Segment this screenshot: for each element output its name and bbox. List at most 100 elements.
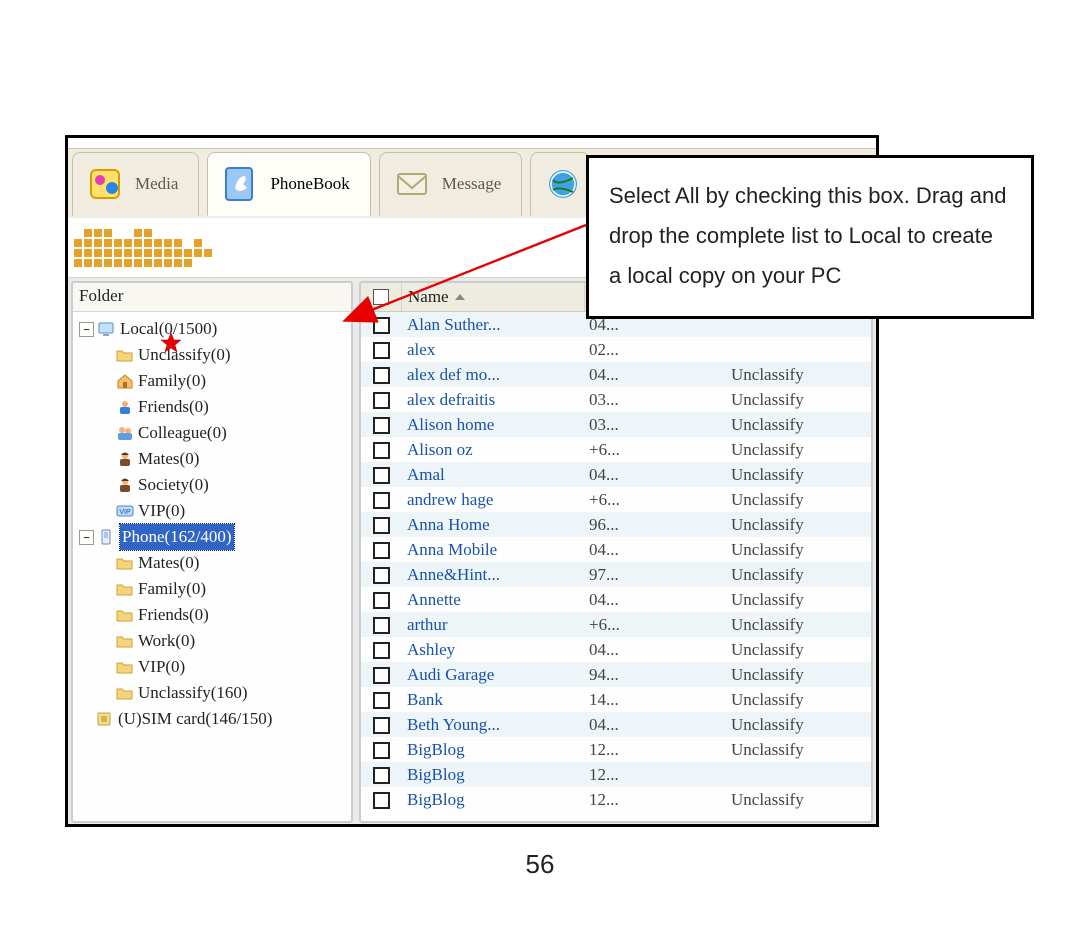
tree-label: Mates(0) [138,446,199,472]
table-row[interactable]: Ashley04...Unclassify [361,637,871,662]
tree-label: Society(0) [138,472,209,498]
tab-phonebook[interactable]: PhoneBook [207,152,370,216]
checkbox-icon[interactable] [373,792,390,809]
row-checkbox-cell[interactable] [361,640,401,660]
row-checkbox-cell[interactable] [361,515,401,535]
tree-node-child[interactable]: Society(0) [99,472,349,498]
table-row[interactable]: BigBlog12... [361,762,871,787]
tree-node-child[interactable]: Family(0) [99,368,349,394]
checkbox-icon[interactable] [373,517,390,534]
row-checkbox-cell[interactable] [361,740,401,760]
checkbox-icon[interactable] [373,392,390,409]
row-checkbox-cell[interactable] [361,490,401,510]
col-name[interactable]: Name [402,283,585,311]
table-row[interactable]: Beth Young...04...Unclassify [361,712,871,737]
row-name: Anna Home [401,515,583,535]
table-row[interactable]: Annette04...Unclassify [361,587,871,612]
tree-node-child[interactable]: VIP(0) [99,654,349,680]
tree-node-child[interactable]: Friends(0) [99,394,349,420]
table-row[interactable]: alex02... [361,337,871,362]
tree-node-sim[interactable]: (U)SIM card(146/150) [79,706,349,732]
table-row[interactable]: andrew hage+6...Unclassify [361,487,871,512]
row-checkbox-cell[interactable] [361,615,401,635]
table-row[interactable]: Alison home03...Unclassify [361,412,871,437]
tab-message[interactable]: Message [379,152,522,216]
checkbox-icon[interactable] [373,467,390,484]
table-row[interactable]: alex def mo...04...Unclassify [361,362,871,387]
table-row[interactable]: BigBlog12...Unclassify [361,787,871,812]
table-row[interactable]: Anne&Hint...97...Unclassify [361,562,871,587]
row-checkbox-cell[interactable] [361,390,401,410]
row-checkbox-cell[interactable] [361,415,401,435]
checkbox-icon[interactable] [373,317,390,334]
table-row[interactable]: Anna Mobile04...Unclassify [361,537,871,562]
row-checkbox-cell[interactable] [361,765,401,785]
checkbox-icon[interactable] [373,542,390,559]
tree-node-phone[interactable]: − Phone(162/400) [79,524,349,550]
tree-label: Colleague(0) [138,420,227,446]
table-row[interactable]: alex defraitis03...Unclassify [361,387,871,412]
expand-toggle[interactable]: − [79,530,94,545]
folder-tree[interactable]: − Local(0/1500) Unclassify(0)Family(0)Fr… [73,312,351,742]
table-row[interactable]: Amal04...Unclassify [361,462,871,487]
row-checkbox-cell[interactable] [361,715,401,735]
row-checkbox-cell[interactable] [361,540,401,560]
callout-text: Select All by checking this box. Drag an… [609,183,1006,288]
tree-node-child[interactable]: Colleague(0) [99,420,349,446]
table-row[interactable]: Audi Garage94...Unclassify [361,662,871,687]
checkbox-icon[interactable] [373,592,390,609]
tree-node-child[interactable]: Family(0) [99,576,349,602]
checkbox-icon[interactable] [373,442,390,459]
folder-icon [116,607,134,623]
tree-label: VIP(0) [138,498,185,524]
tree-node-child[interactable]: Mates(0) [99,446,349,472]
checkbox-icon[interactable] [373,692,390,709]
row-checkbox-cell[interactable] [361,590,401,610]
expand-toggle[interactable]: − [79,322,94,337]
tree-label: Family(0) [138,368,206,394]
row-checkbox-cell[interactable] [361,365,401,385]
monitor-icon [98,321,116,337]
row-name: andrew hage [401,490,583,510]
select-all-checkbox[interactable] [373,289,389,305]
table-row[interactable]: BigBlog12...Unclassify [361,737,871,762]
checkbox-icon[interactable] [373,492,390,509]
col-select-all[interactable] [361,283,402,311]
row-checkbox-cell[interactable] [361,465,401,485]
table-row[interactable]: Bank14...Unclassify [361,687,871,712]
table-row[interactable]: Alison oz+6...Unclassify [361,437,871,462]
checkbox-icon[interactable] [373,742,390,759]
table-row[interactable]: arthur+6...Unclassify [361,612,871,637]
tree-node-child[interactable]: Unclassify(160) [99,680,349,706]
tree-node-local[interactable]: − Local(0/1500) [79,316,349,342]
tab-media[interactable]: Media [72,152,199,216]
checkbox-icon[interactable] [373,717,390,734]
checkbox-icon[interactable] [373,367,390,384]
row-phone: 12... [583,740,725,760]
row-checkbox-cell[interactable] [361,665,401,685]
tree-label: Friends(0) [138,602,209,628]
globe-icon [543,164,583,204]
tab-more[interactable] [530,152,590,216]
row-checkbox-cell[interactable] [361,690,401,710]
checkbox-icon[interactable] [373,667,390,684]
checkbox-icon[interactable] [373,342,390,359]
checkbox-icon[interactable] [373,617,390,634]
checkbox-icon[interactable] [373,642,390,659]
checkbox-icon[interactable] [373,767,390,784]
tree-node-child[interactable]: VIPVIP(0) [99,498,349,524]
row-checkbox-cell[interactable] [361,315,401,335]
checkbox-icon[interactable] [373,567,390,584]
tree-node-child[interactable]: Mates(0) [99,550,349,576]
row-checkbox-cell[interactable] [361,790,401,810]
table-row[interactable]: Anna Home96...Unclassify [361,512,871,537]
tree-node-child[interactable]: Unclassify(0) [99,342,349,368]
tree-node-child[interactable]: Work(0) [99,628,349,654]
row-checkbox-cell[interactable] [361,440,401,460]
tree-node-child[interactable]: Friends(0) [99,602,349,628]
row-phone: 04... [583,715,725,735]
checkbox-icon[interactable] [373,417,390,434]
row-name: alex def mo... [401,365,583,385]
row-checkbox-cell[interactable] [361,340,401,360]
row-checkbox-cell[interactable] [361,565,401,585]
